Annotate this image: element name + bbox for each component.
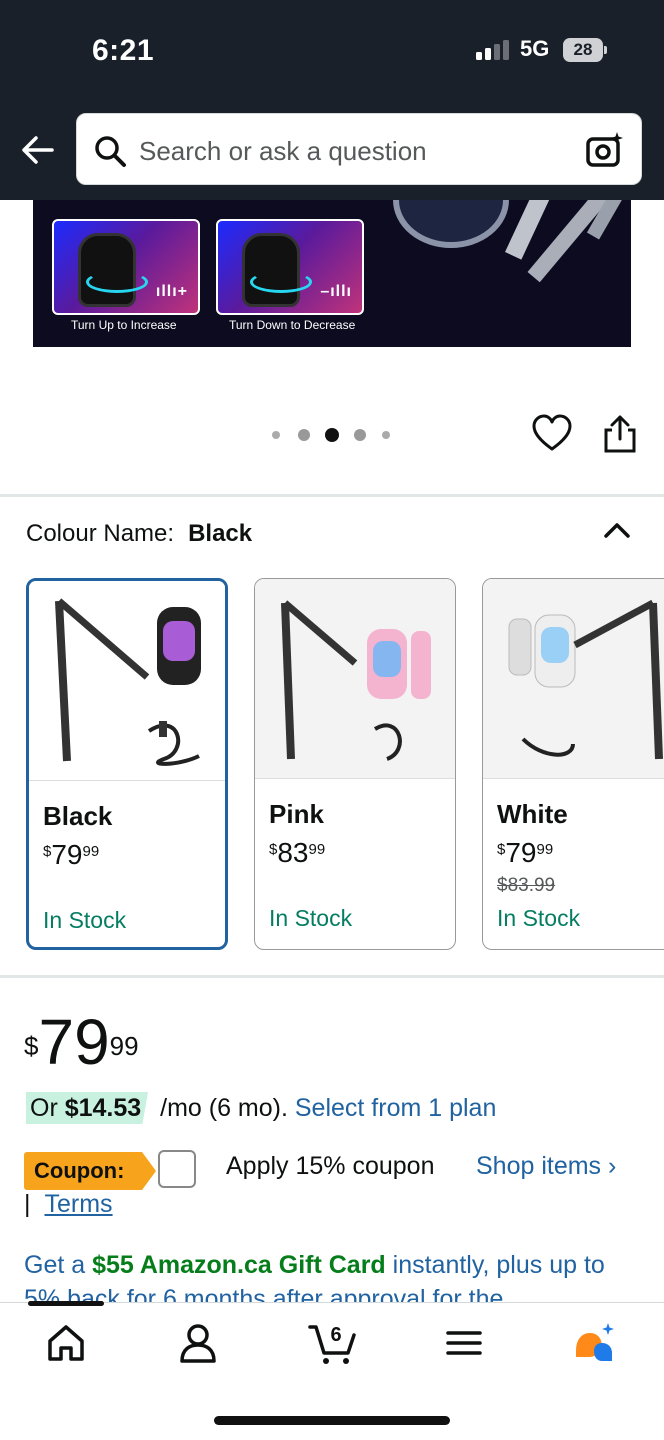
caption-decrease: Turn Down to Decrease — [229, 318, 356, 332]
stock-status: In Stock — [497, 905, 581, 931]
shop-items-link[interactable]: Shop items › — [476, 1152, 616, 1181]
selected-colour: Black — [188, 520, 253, 547]
status-time: 6:21 — [92, 34, 155, 67]
terms-link[interactable]: Terms — [45, 1190, 113, 1218]
top-bar: 6:21 5G 28 Search or ask a question — [0, 0, 664, 200]
gift-card-amount: $55 Amazon.ca Gift Card — [92, 1251, 386, 1279]
stock-status: In Stock — [43, 907, 127, 933]
battery-level: 28 — [563, 38, 603, 62]
terms-row: | Terms — [24, 1190, 113, 1218]
divider — [0, 494, 664, 497]
search-placeholder: Search or ask a question — [139, 136, 427, 166]
option-name: White — [497, 799, 568, 829]
colour-name-row: Colour Name: Black — [26, 520, 252, 548]
active-tab-indicator — [28, 1301, 104, 1306]
apply-coupon-label[interactable]: Apply 15% coupon — [226, 1152, 434, 1181]
product-thumbnail-black — [29, 581, 225, 781]
colour-option-white[interactable]: White $7999 $83.99 In Stock — [482, 578, 664, 950]
option-name: Pink — [269, 799, 324, 829]
colour-label: Colour Name: — [26, 520, 175, 547]
divider — [0, 975, 664, 978]
volume-down-image: –ıllı — [216, 219, 364, 315]
cellular-signal-icon — [476, 38, 510, 60]
rufus-assistant-icon[interactable] — [572, 1321, 616, 1365]
network-type: 5G — [520, 36, 550, 61]
mic-arm-image — [393, 200, 630, 283]
option-price: $8399 — [269, 837, 326, 868]
select-plan-link[interactable]: Select from 1 plan — [295, 1094, 497, 1122]
colour-option-pink[interactable]: Pink $8399 In Stock — [254, 578, 456, 950]
gift-card-promo[interactable]: Get a $55 Amazon.ca Gift Card instantly,… — [24, 1248, 644, 1302]
product-thumbnail-pink — [255, 579, 455, 779]
option-name: Black — [43, 801, 113, 831]
list-price: $83.99 — [497, 875, 556, 896]
stock-status: In Stock — [269, 905, 353, 931]
product-price: $7999 — [24, 1006, 139, 1078]
cart-icon[interactable]: 6 — [308, 1321, 358, 1365]
battery-icon: 28 — [563, 38, 607, 62]
share-icon[interactable] — [602, 414, 638, 454]
chevron-up-icon[interactable] — [602, 520, 632, 540]
coupon-badge: Coupon: — [24, 1152, 156, 1190]
monthly-amount: $14.53 — [64, 1094, 142, 1122]
menu-icon[interactable] — [442, 1321, 486, 1365]
financing-row: Or $14.53 /mo (6 mo). Select from 1 plan — [26, 1092, 497, 1124]
option-price: $7999 — [43, 839, 100, 870]
search-input[interactable]: Search or ask a question — [76, 113, 642, 185]
back-arrow-icon[interactable] — [20, 132, 56, 168]
coupon-checkbox[interactable] — [158, 1150, 196, 1188]
colour-option-black[interactable]: Black $7999 In Stock — [26, 578, 228, 950]
cart-count: 6 — [330, 1324, 341, 1346]
account-icon[interactable] — [176, 1321, 220, 1365]
heart-icon[interactable] — [532, 414, 572, 454]
volume-up-image: ıllı+ — [52, 219, 200, 315]
caption-increase: Turn Up to Increase — [71, 318, 177, 332]
home-icon[interactable] — [44, 1321, 88, 1365]
product-image[interactable]: ıllı+ –ıllı Turn Up to Increase Turn Dow… — [33, 200, 631, 347]
product-thumbnail-white — [483, 579, 664, 779]
search-icon — [95, 136, 126, 167]
home-indicator — [214, 1416, 450, 1425]
option-price: $7999 — [497, 837, 554, 868]
camera-search-icon[interactable] — [585, 130, 625, 170]
